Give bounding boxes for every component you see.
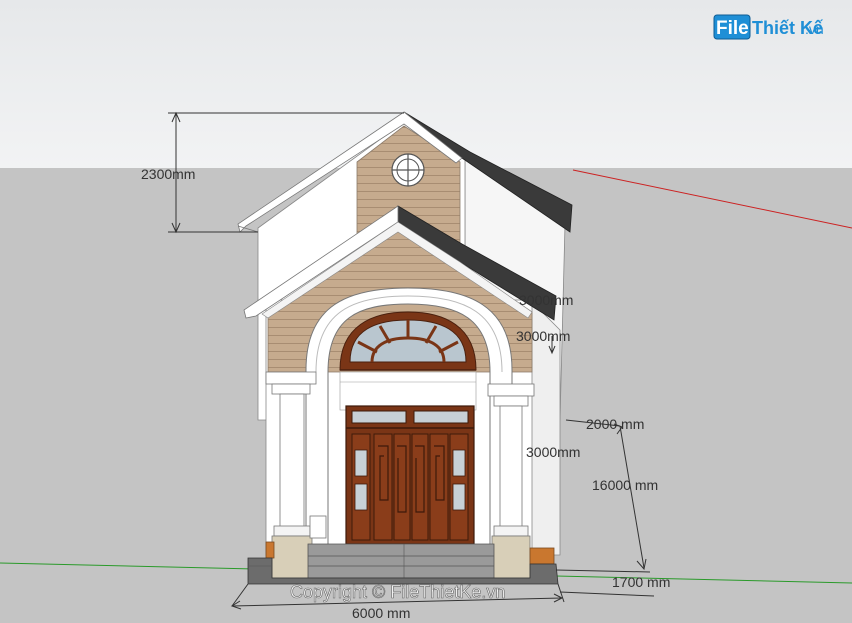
dim-upper-a: 3000mm	[519, 292, 573, 308]
logo-file-text: File	[716, 18, 749, 39]
main-door	[345, 405, 475, 545]
dim-gable-height: 2300mm	[141, 166, 195, 182]
copyright-watermark: Copyright © FileThietKe.vn	[290, 582, 505, 602]
dim-door-top: 2000 mm	[586, 416, 644, 432]
dim-door-height: 3000mm	[526, 444, 580, 460]
entrance-steps	[307, 543, 495, 579]
dim-upper-b: 3000mm	[516, 328, 570, 344]
dim-side-depth: 16000 mm	[592, 477, 658, 493]
dim-front-width: 6000 mm	[352, 605, 410, 621]
sketchup-viewport: 2300mm 3000mm 3000mm 2000 mm 3000mm 1600…	[0, 0, 852, 623]
dim-step-depth: 1700 mm	[612, 574, 670, 590]
site-logo: File Thiết Kế .vn	[713, 14, 824, 40]
logo-domain-text: .vn	[805, 21, 824, 37]
